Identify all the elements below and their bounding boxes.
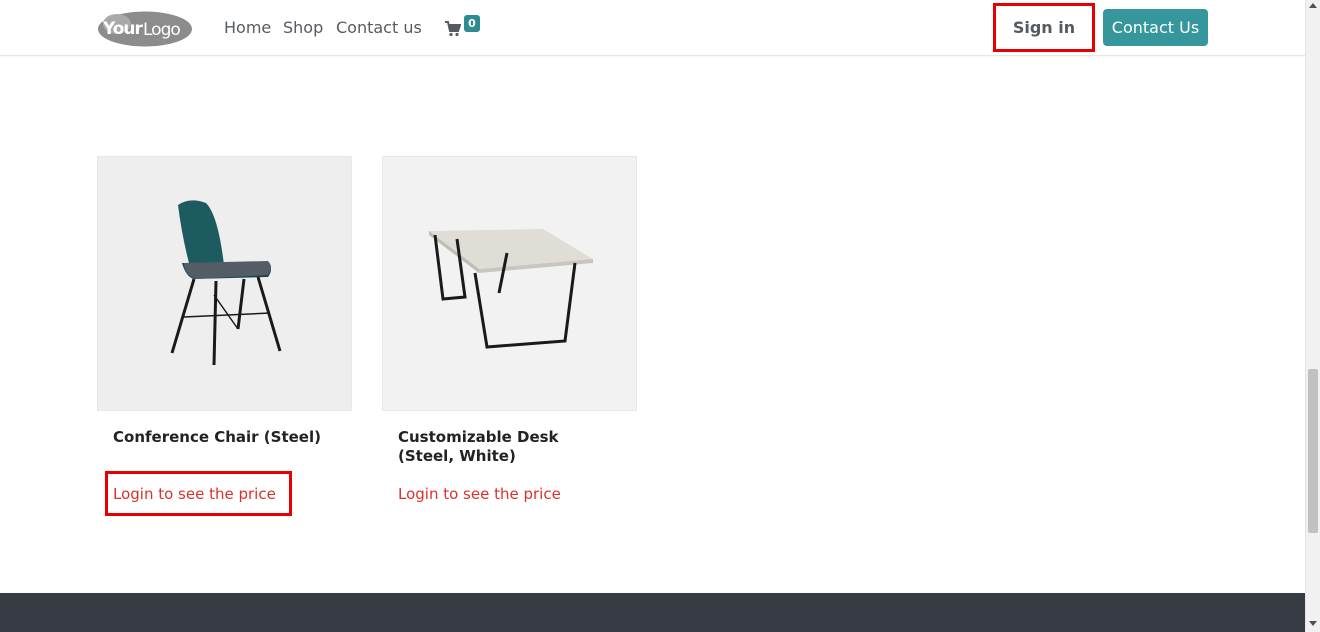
sign-in-button[interactable]: Sign in — [993, 3, 1095, 52]
scroll-up-arrow-icon[interactable] — [1309, 3, 1317, 8]
logo[interactable]: Your Logo — [97, 10, 193, 48]
login-to-see-price-link[interactable]: Login to see the price — [398, 485, 561, 504]
contact-us-button[interactable]: Contact Us — [1103, 9, 1208, 46]
desk-image — [429, 229, 593, 349]
cart-icon — [445, 21, 461, 37]
nav-contact-us[interactable]: Contact us — [336, 18, 422, 37]
site-footer — [0, 593, 1305, 632]
vertical-scrollbar[interactable] — [1305, 0, 1320, 632]
scroll-down-arrow-icon[interactable] — [1309, 621, 1317, 626]
product-name[interactable]: Customizable Desk (Steel, White) — [398, 428, 618, 466]
nav-home[interactable]: Home — [224, 18, 271, 37]
product-image-desk[interactable] — [382, 156, 637, 411]
chair-image — [170, 200, 282, 366]
product-card: Customizable Desk (Steel, White) Login t… — [382, 156, 637, 516]
cart-link[interactable]: 0 — [444, 14, 484, 42]
product-image-chair[interactable] — [97, 156, 352, 411]
nav-shop[interactable]: Shop — [283, 18, 323, 37]
product-card: Conference Chair (Steel) Login to see th… — [97, 156, 352, 516]
cart-count-badge: 0 — [464, 15, 480, 32]
page: Your Logo Home Shop Contact us 0 Sign in… — [0, 0, 1320, 632]
site-header: Your Logo Home Shop Contact us 0 Sign in… — [0, 0, 1305, 56]
scrollbar-thumb[interactable] — [1308, 369, 1318, 533]
svg-text:Your: Your — [102, 19, 144, 39]
svg-text:Logo: Logo — [143, 20, 180, 40]
login-to-see-price-link[interactable]: Login to see the price — [113, 485, 276, 504]
product-name[interactable]: Conference Chair (Steel) — [113, 428, 333, 447]
